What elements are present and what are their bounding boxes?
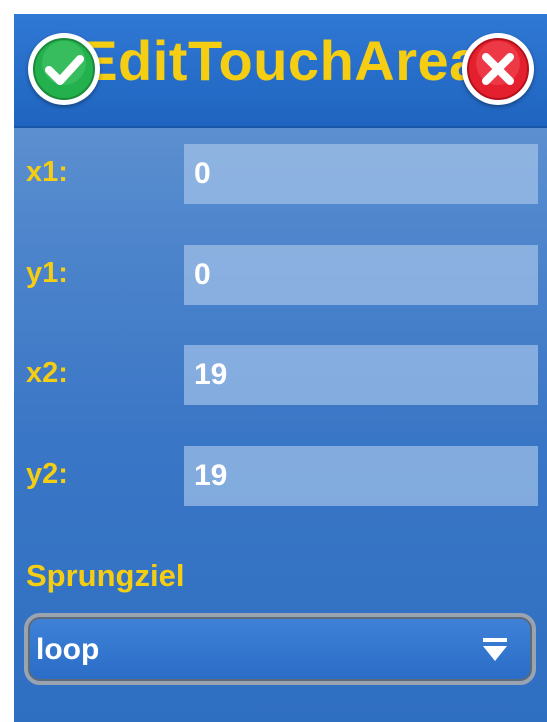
y2-row: y2: (14, 446, 547, 506)
y1-label: y1: (26, 257, 68, 289)
x2-field[interactable] (184, 345, 538, 405)
edit-touch-area-dialog: EditTouchArea x1: y1: x2: y2: (14, 14, 547, 722)
y1-field[interactable] (184, 245, 538, 305)
y2-label: y2: (26, 458, 68, 490)
checkmark-circle-icon (33, 38, 95, 100)
close-circle-icon (467, 38, 529, 100)
x1-label: x1: (26, 156, 68, 188)
jump-target-label: Sprungziel (26, 558, 185, 593)
x2-label: x2: (26, 357, 68, 389)
title-bar: EditTouchArea (14, 14, 547, 128)
x2-row: x2: (14, 345, 547, 405)
x1-field[interactable] (184, 144, 538, 204)
x1-row: x1: (14, 144, 547, 204)
y1-row: y1: (14, 245, 547, 305)
cancel-button[interactable] (462, 33, 534, 105)
jump-target-dropdown[interactable]: loop (24, 613, 536, 685)
y2-field[interactable] (184, 446, 538, 506)
confirm-button[interactable] (28, 33, 100, 105)
dropdown-arrow-icon (483, 638, 507, 661)
jump-target-value: loop (36, 633, 100, 666)
